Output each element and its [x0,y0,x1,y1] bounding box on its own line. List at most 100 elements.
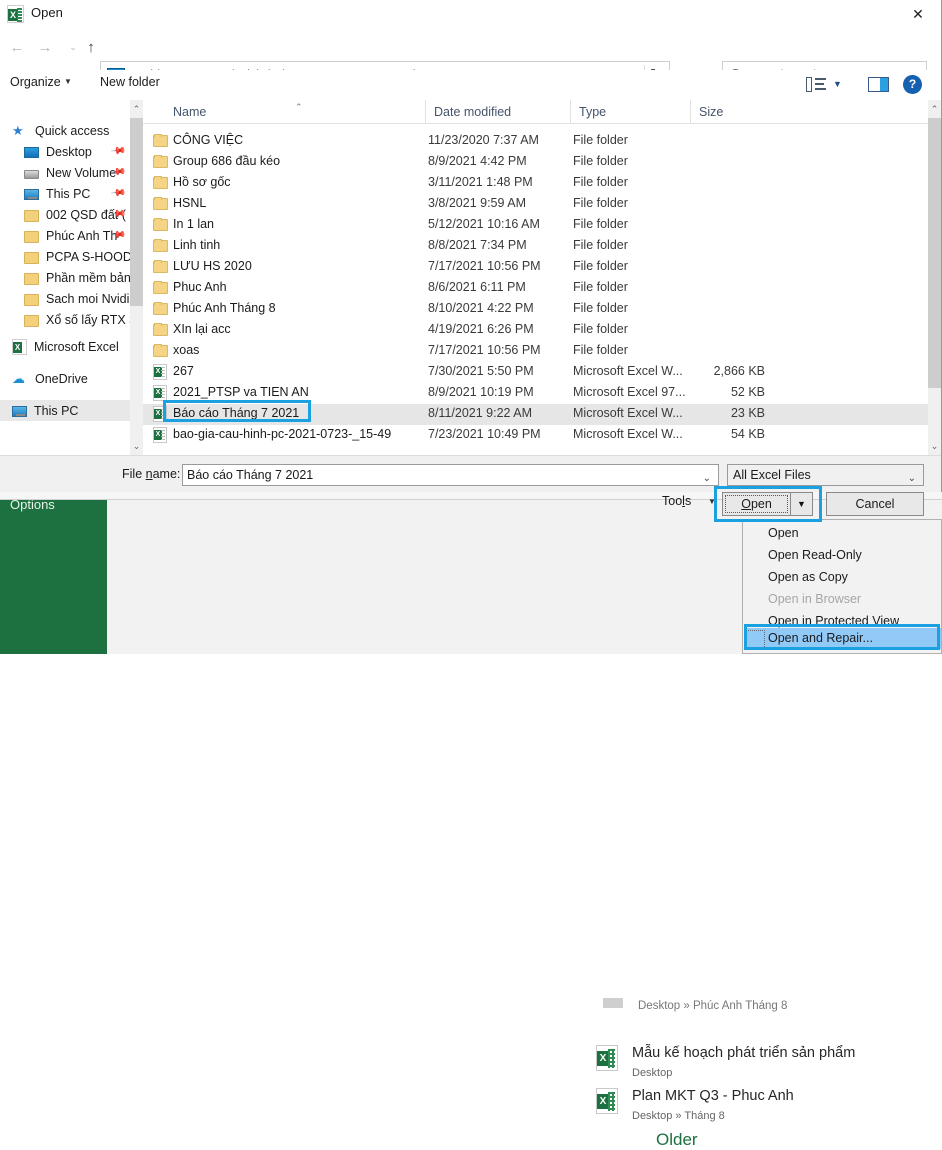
open-file-dialog: Open ✕ ← → ⌄ ↑ › This PC › Local Disk (C… [0,0,942,492]
file-date: 7/17/2021 10:56 PM [428,343,541,357]
table-row[interactable]: Linh tinh 8/8/2021 7:34 PM File folder [143,236,928,257]
sidebar-item-desktop[interactable]: Desktop 📌 [0,141,130,162]
cancel-button[interactable]: Cancel [826,492,924,516]
sidebar-item-new-volume[interactable]: New Volume 📌 [0,162,130,183]
sidebar-item-label: Phần mềm bản ( [46,270,130,285]
table-row[interactable]: Phúc Anh Tháng 8 8/10/2021 4:22 PM File … [143,299,928,320]
sidebar-item-this-pc-root[interactable]: This PC [0,400,130,421]
scroll-up-icon[interactable]: ⌃ [130,100,143,118]
excel-icon [7,5,24,23]
help-icon[interactable]: ? [903,75,922,94]
chevron-down-icon[interactable]: ⌄ [703,469,711,489]
sidebar-item-microsoft-excel[interactable]: Microsoft Excel [0,336,130,357]
column-header-date-modified[interactable]: Date modified [425,100,570,124]
table-row[interactable]: XIn lại acc 4/19/2021 6:26 PM File folde… [143,320,928,341]
recent-older-heading: Older [656,1130,698,1149]
sidebar-item-label: Xổ số lấy RTX 305 [46,312,130,327]
file-name-input[interactable]: Báo cáo Tháng 7 2021 ⌄ [182,464,719,486]
sidebar-item-pcpa[interactable]: PCPA S-HOODW [0,246,130,267]
sidebar-item-phan-mem[interactable]: Phần mềm bản ( [0,267,130,288]
organize-button[interactable]: Organize [10,75,61,89]
table-row[interactable]: LƯU HS 2020 7/17/2021 10:56 PM File fold… [143,257,928,278]
scrollbar-thumb[interactable] [928,118,941,388]
back-icon[interactable]: ← [4,35,30,59]
scroll-up-icon[interactable]: ⌃ [928,100,941,118]
file-list-scrollbar[interactable]: ⌃ ⌄ [928,100,941,455]
folder-icon [153,155,168,168]
sidebar-item-label: Phúc Anh Th [46,228,118,243]
sidebar-item-sach-moi-nvidia[interactable]: Sach moi Nvidia [0,288,130,309]
up-icon[interactable]: ↑ [78,35,104,59]
table-row[interactable]: HSNL 3/8/2021 9:59 AM File folder [143,194,928,215]
folder-icon [24,272,39,285]
menu-item-open-and-repair[interactable]: Open and Repair... [744,628,941,649]
file-date: 8/11/2021 9:22 AM [428,406,533,420]
sidebar-item-xo-so[interactable]: Xổ số lấy RTX 305 [0,309,130,330]
column-headers: Name ⌃ Date modified Type Size [143,100,928,124]
open-dropdown-toggle[interactable]: ▼ [791,492,813,516]
column-header-size[interactable]: Size [690,100,768,124]
file-name: Group 686 đầu kéo [173,154,281,168]
table-row[interactable]: xoas 7/17/2021 10:56 PM File folder [143,341,928,362]
table-row[interactable]: CÔNG VIỆC 11/23/2020 7:37 AM File folder [143,131,928,152]
folder-icon [153,197,168,210]
recent-file-path: Desktop » Tháng 8 [632,1110,725,1122]
sidebar-item-002-qsd[interactable]: 002 QSD đất ( 📌 [0,204,130,225]
table-row[interactable]: In 1 lan 5/12/2021 10:16 AM File folder [143,215,928,236]
table-row[interactable]: Hồ sơ gốc 3/11/2021 1:48 PM File folder [143,173,928,194]
file-type: File folder [573,133,628,147]
table-row[interactable]: bao-gia-cau-hinh-pc-2021-0723-_15-49 7/2… [143,425,928,446]
scroll-down-icon[interactable]: ⌄ [928,437,941,455]
chevron-down-icon[interactable]: ▼ [833,79,842,89]
sidebar-item-phuc-anh-th[interactable]: Phúc Anh Th 📌 [0,225,130,246]
chevron-down-icon[interactable]: ⌄ [908,469,916,489]
file-name: Phuc Anh [173,280,227,294]
file-date: 5/12/2021 10:16 AM [428,217,540,231]
sidebar-item-label: This PC [34,403,79,418]
forward-icon[interactable]: → [32,35,58,59]
tools-button[interactable]: Tools [662,494,691,508]
file-date: 8/8/2021 7:34 PM [428,238,527,252]
table-row[interactable]: Group 686 đầu kéo 8/9/2021 4:42 PM File … [143,152,928,173]
folder-icon [153,302,168,315]
view-layout-icon[interactable] [806,77,826,92]
new-folder-button[interactable]: New folder [100,75,160,89]
folder-icon [153,281,168,294]
sidebar-item-this-pc[interactable]: This PC 📌 [0,183,130,204]
menu-item-open[interactable]: Open [744,523,941,544]
sidebar-item-quick-access[interactable]: ★ Quick access [0,120,130,141]
recent-partial-path: Desktop » Phúc Anh Tháng 8 [638,1000,788,1012]
folder-icon [24,293,39,306]
dialog-titlebar: Open ✕ [0,0,941,28]
table-row[interactable]: Phuc Anh 8/6/2021 6:11 PM File folder [143,278,928,299]
file-date: 7/30/2021 5:50 PM [428,364,534,378]
table-row[interactable]: 2021_PTSP va TIEN AN 8/9/2021 10:19 PM M… [143,383,928,404]
recent-file-path: Desktop [632,1067,673,1079]
chevron-down-icon[interactable]: ▼ [708,497,716,506]
menu-item-open-as-copy[interactable]: Open as Copy [744,567,941,588]
file-type: File folder [573,175,628,189]
close-icon[interactable]: ✕ [895,0,941,28]
open-dropdown-menu: Open Open Read-Only Open as Copy Open in… [742,519,942,654]
chevron-down-icon[interactable]: ▼ [64,77,72,86]
sort-ascending-icon: ⌃ [295,102,303,112]
table-row[interactable]: 267 7/30/2021 5:50 PM Microsoft Excel W.… [143,362,928,383]
file-type: File folder [573,154,628,168]
file-type: File folder [573,259,628,273]
preview-pane-icon[interactable] [868,77,889,92]
navpane-scrollbar[interactable]: ⌃ ⌄ [130,100,143,455]
dialog-bottom-bar: File name: Báo cáo Tháng 7 2021 ⌄ All Ex… [0,455,941,492]
file-type: File folder [573,322,628,336]
excel-file-icon [153,427,167,443]
menu-item-open-read-only[interactable]: Open Read-Only [744,545,941,566]
open-button[interactable]: Open [722,492,791,516]
table-row-selected[interactable]: Báo cáo Tháng 7 2021 8/11/2021 9:22 AM M… [143,404,928,425]
column-header-type[interactable]: Type [570,100,690,124]
file-type: Microsoft Excel W... [573,427,683,441]
sidebar-item-onedrive[interactable]: ☁ OneDrive [0,368,130,389]
file-type: File folder [573,280,628,294]
file-date: 7/23/2021 10:49 PM [428,427,541,441]
scrollbar-thumb[interactable] [130,118,143,306]
scroll-down-icon[interactable]: ⌄ [130,437,143,455]
file-type-filter-select[interactable]: All Excel Files ⌄ [727,464,924,486]
